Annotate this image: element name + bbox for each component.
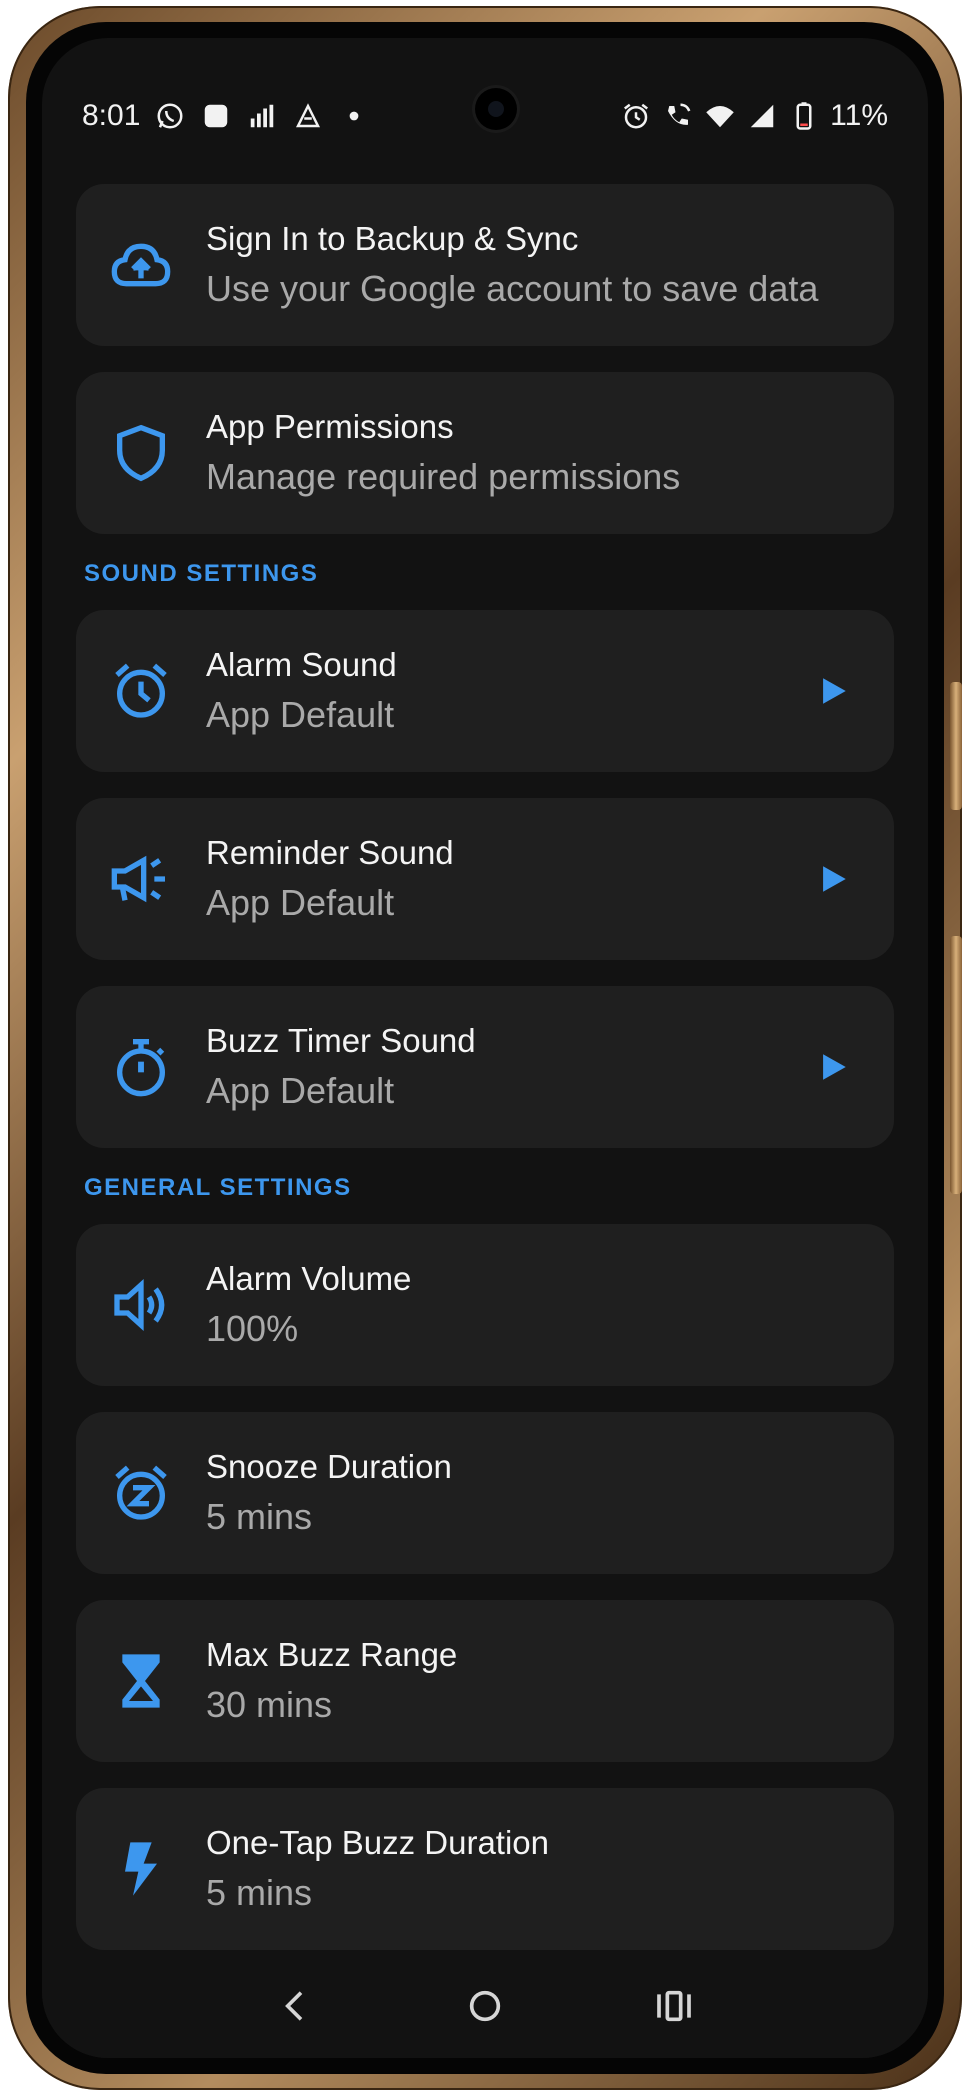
home-icon[interactable] — [455, 1976, 515, 2036]
cell-signal-icon — [746, 100, 778, 132]
card-title: Buzz Timer Sound — [206, 1022, 476, 1059]
cloud-upload-icon — [76, 233, 206, 297]
snooze-icon — [76, 1461, 206, 1525]
app-square-icon — [200, 100, 232, 132]
card-title: Snooze Duration — [206, 1448, 452, 1485]
card-subtitle: 30 mins — [206, 1684, 333, 1725]
card-title: Alarm Volume — [206, 1260, 412, 1297]
snooze-duration-card[interactable]: Snooze Duration 5 mins — [76, 1412, 894, 1574]
card-title: Reminder Sound — [206, 834, 454, 871]
play-icon[interactable] — [788, 1050, 878, 1084]
battery-percent: 11% — [830, 99, 888, 132]
general-settings-header: GENERAL SETTINGS — [84, 1174, 352, 1201]
wifi-icon — [704, 100, 736, 132]
volume-button — [950, 682, 962, 810]
card-subtitle: Manage required permissions — [206, 456, 681, 497]
shortcut-icon — [292, 100, 324, 132]
whatsapp-icon — [154, 100, 186, 132]
buzz-timer-sound-card[interactable]: Buzz Timer Sound App Default — [76, 986, 894, 1148]
play-icon[interactable] — [788, 862, 878, 896]
max-buzz-range-card[interactable]: Max Buzz Range 30 mins — [76, 1600, 894, 1762]
hourglass-icon — [76, 1649, 206, 1713]
backup-sync-card[interactable]: Sign In to Backup & Sync Use your Google… — [76, 184, 894, 346]
card-subtitle: 100% — [206, 1308, 299, 1349]
megaphone-icon — [76, 847, 206, 911]
stopwatch-icon — [76, 1035, 206, 1099]
volume-icon — [76, 1273, 206, 1337]
card-title: Alarm Sound — [206, 646, 397, 683]
signal-app-icon — [246, 100, 278, 132]
alarm-clock-icon — [76, 659, 206, 723]
phone-frame: 8:01 11% Sign In to Backup & Sync Use yo… — [8, 6, 962, 2090]
status-time: 8:01 — [82, 99, 141, 132]
alarm-volume-card[interactable]: Alarm Volume 100% — [76, 1224, 894, 1386]
settings-list: Sign In to Backup & Sync Use your Google… — [42, 184, 928, 1976]
dot-icon — [338, 100, 370, 132]
camera-hole — [475, 88, 517, 130]
back-icon[interactable] — [266, 1976, 326, 2036]
power-button — [950, 936, 962, 1194]
play-icon[interactable] — [788, 674, 878, 708]
alarm-sound-card[interactable]: Alarm Sound App Default — [76, 610, 894, 772]
card-subtitle: App Default — [206, 882, 395, 923]
screen: 8:01 11% Sign In to Backup & Sync Use yo… — [42, 38, 928, 2058]
sound-settings-header: SOUND SETTINGS — [84, 560, 319, 587]
battery-icon — [788, 100, 820, 132]
app-permissions-card[interactable]: App Permissions Manage required permissi… — [76, 372, 894, 534]
card-title: Max Buzz Range — [206, 1636, 458, 1673]
shield-icon — [76, 421, 206, 485]
lightning-icon — [76, 1837, 206, 1901]
one-tap-buzz-duration-card[interactable]: One-Tap Buzz Duration 5 mins — [76, 1788, 894, 1950]
recents-icon[interactable] — [644, 1976, 704, 2036]
card-subtitle: App Default — [206, 1070, 395, 1111]
reminder-sound-card[interactable]: Reminder Sound App Default — [76, 798, 894, 960]
card-subtitle: 5 mins — [206, 1872, 313, 1913]
card-subtitle: App Default — [206, 694, 395, 735]
phone-bezel: 8:01 11% Sign In to Backup & Sync Use yo… — [26, 22, 944, 2074]
card-title: App Permissions — [206, 408, 454, 445]
alarm-icon — [620, 100, 652, 132]
navigation-bar — [42, 1954, 928, 2058]
wifi-calling-icon — [662, 100, 694, 132]
card-title: One-Tap Buzz Duration — [206, 1824, 550, 1861]
card-subtitle: 5 mins — [206, 1496, 313, 1537]
card-subtitle: Use your Google account to save data — [206, 268, 819, 309]
card-title: Sign In to Backup & Sync — [206, 220, 579, 257]
